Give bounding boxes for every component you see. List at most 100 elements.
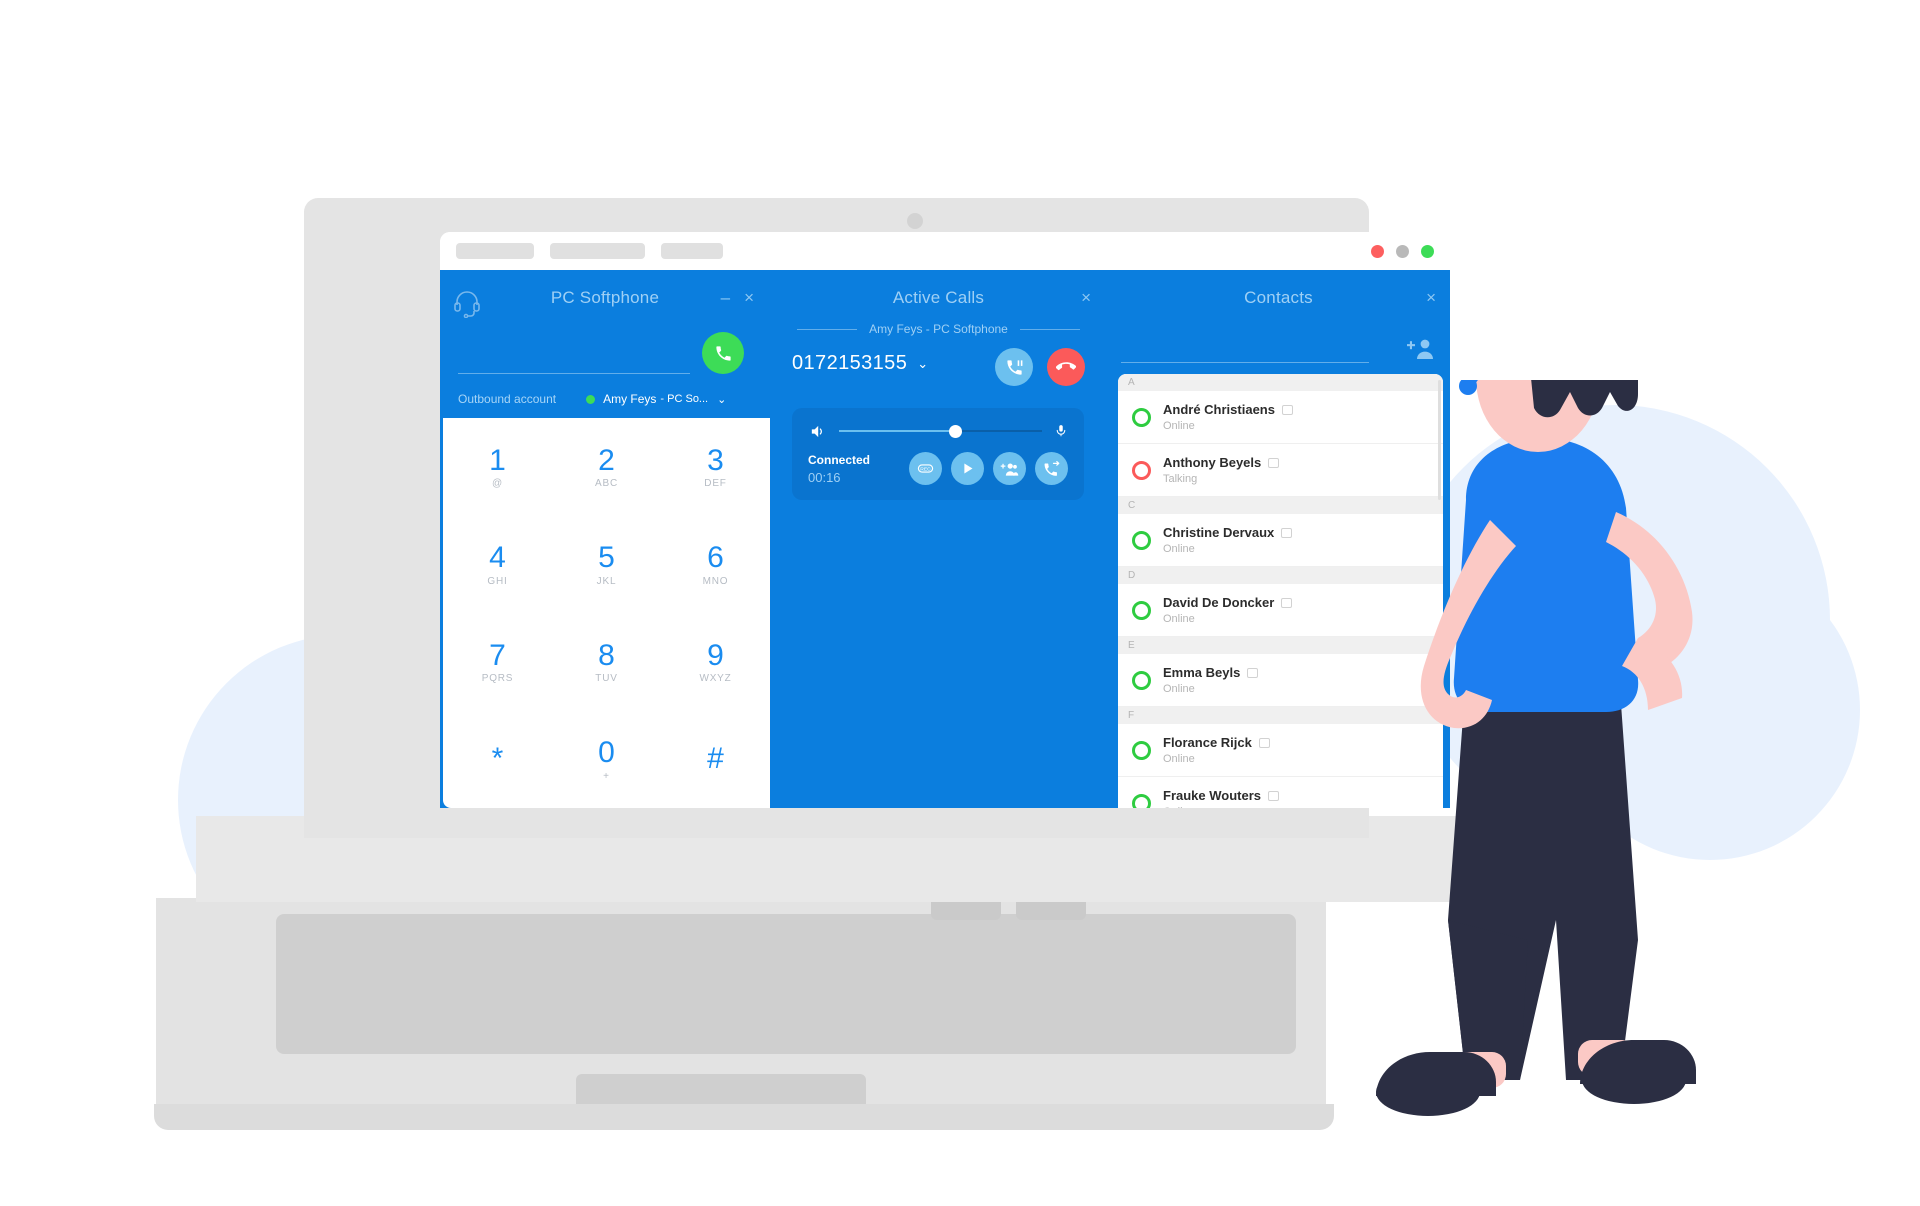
laptop-camera [907, 213, 923, 229]
call-button[interactable] [702, 332, 744, 374]
add-contact-icon[interactable] [1406, 336, 1434, 360]
contact-status: Online [1163, 683, 1195, 695]
outbound-status-dot [586, 394, 596, 404]
contact-name: David De Doncker [1163, 595, 1275, 610]
minimize-dot[interactable] [1396, 244, 1409, 258]
browser-tab-placeholder-3[interactable] [661, 243, 723, 259]
volume-track-filled [839, 430, 957, 432]
dialpad-key-0[interactable]: 0 + [552, 737, 661, 782]
active-calls-account-row: Amy Feys - PC Softphone [770, 322, 1107, 336]
dialpad-key-digit: 0 [598, 736, 615, 769]
call-number-row[interactable]: 0172153155 ⌄ [792, 352, 928, 375]
call-control-buttons: REC [909, 452, 1068, 485]
headset-mic-tip [1459, 380, 1477, 395]
dialpad-key-digit: 4 [489, 541, 506, 574]
hold-call-button[interactable] [995, 348, 1033, 386]
contact-name-wrap: Emma Beyls [1163, 665, 1259, 680]
dialpad-key-digit: 8 [598, 638, 615, 672]
transfer-call-button[interactable] [1035, 452, 1068, 485]
dialpad-key-8[interactable]: 8 TUV [552, 638, 661, 684]
dialpad-key-4[interactable]: 4 GHI [443, 542, 552, 587]
close-dot[interactable] [1371, 244, 1384, 258]
dialpad-key-5[interactable]: 5 JKL [552, 542, 661, 587]
laptop-illustration: PC Softphone – × Outbound account Amy Fe… [154, 198, 1476, 1138]
contacts-search-input[interactable] [1121, 341, 1369, 363]
dialpad-key-letters: PQRS [481, 673, 514, 684]
volume-row [808, 422, 1068, 440]
active-calls-account-label: Amy Feys - PC Softphone [869, 322, 1008, 336]
resume-button[interactable] [951, 452, 984, 485]
dialpad-key-digit: 7 [489, 638, 506, 672]
contact-name-wrap: David De Doncker [1163, 595, 1293, 610]
dialpad-key-digit: 5 [598, 541, 615, 574]
call-status-texts: Connected 00:16 [808, 453, 870, 485]
dialpad-key-7[interactable]: 7 PQRS [443, 638, 552, 684]
chat-icon[interactable] [1281, 404, 1293, 415]
call-status-text: Connected [808, 452, 871, 467]
maximize-dot[interactable] [1421, 244, 1434, 258]
contacts-close-button[interactable]: × [1426, 288, 1436, 308]
chevron-down-icon[interactable]: ⌄ [717, 393, 726, 406]
dialpad-key-1[interactable]: 1 @ [443, 444, 552, 489]
volume-slider[interactable] [839, 424, 1042, 438]
softphone-close-button[interactable]: × [744, 288, 754, 308]
contact-name: Christine Dervaux [1163, 525, 1275, 540]
add-participant-button[interactable] [993, 452, 1026, 485]
contact-status: Online [1163, 420, 1195, 432]
speaker-icon[interactable] [808, 423, 827, 440]
chat-icon[interactable] [1247, 667, 1259, 678]
contacts-title: Contacts [1244, 288, 1313, 307]
chat-icon[interactable] [1281, 527, 1293, 538]
dial-input[interactable] [458, 346, 690, 374]
dialpad-key-digit: 2 [598, 443, 615, 477]
contact-status: Online [1163, 613, 1195, 625]
contact-name-wrap: André Christiaens [1163, 402, 1293, 417]
divider-right [1019, 328, 1080, 330]
screenshot-root: PC Softphone – × Outbound account Amy Fe… [0, 0, 1920, 1206]
dialpad-key-digit: 9 [707, 638, 724, 672]
headset-icon [454, 291, 480, 318]
dialpad-key-letters: MNO [702, 575, 729, 587]
browser-tab-placeholder-2[interactable] [550, 243, 645, 259]
contact-name: Anthony Beyels [1163, 455, 1262, 470]
softphone-panel: PC Softphone – × Outbound account Amy Fe… [440, 270, 770, 808]
contact-name-wrap: Anthony Beyels [1163, 455, 1280, 470]
chat-icon[interactable] [1268, 457, 1280, 468]
chat-icon[interactable] [1281, 597, 1293, 608]
call-number: 0172153155 [792, 352, 908, 374]
chevron-down-icon[interactable]: ⌄ [917, 356, 928, 372]
presence-indicator-online [1132, 670, 1151, 690]
contact-text-block: David De Doncker Online [1163, 595, 1293, 625]
left-shoe-top [1376, 1052, 1496, 1096]
dialpad-key-2[interactable]: 2 ABC [552, 443, 661, 489]
contacts-search-wrapper [1121, 340, 1369, 363]
contact-text-block: Florance Rijck Online [1163, 735, 1270, 765]
record-button[interactable]: REC [909, 452, 942, 485]
contact-text-block: Frauke Wouters Online [1163, 788, 1280, 808]
browser-tab-placeholder-1[interactable] [456, 243, 534, 259]
dialpad-key-hash[interactable]: # [661, 742, 770, 777]
active-calls-panel: Active Calls × Amy Feys - PC Softphone 0… [770, 270, 1107, 808]
dialpad-key-3[interactable]: 3 DEF [661, 444, 770, 489]
dialpad-key-9[interactable]: 9 WXYZ [661, 638, 770, 684]
end-call-button[interactable] [1047, 348, 1085, 386]
presence-indicator-online [1132, 407, 1151, 427]
contact-name-wrap: Frauke Wouters [1163, 788, 1280, 803]
active-calls-close-button[interactable]: × [1081, 288, 1091, 308]
presence-indicator-online [1132, 793, 1151, 808]
chat-icon[interactable] [1258, 737, 1270, 748]
contact-status: Online [1163, 806, 1279, 808]
contact-text-block: Anthony Beyels Talking [1163, 455, 1280, 485]
microphone-icon[interactable] [1054, 422, 1068, 440]
softphone-minimize-button[interactable]: – [721, 288, 730, 308]
phone-icon [715, 345, 731, 361]
outbound-account-row[interactable]: Outbound account Amy Feys - PC So... ⌄ [458, 392, 750, 406]
dialpad-key-letters: + [603, 770, 610, 782]
chat-icon[interactable] [1268, 790, 1280, 801]
contact-status: Talking [1163, 473, 1198, 485]
contact-status: Online [1163, 753, 1195, 765]
call-timer: 00:16 [808, 469, 841, 485]
volume-slider-handle[interactable] [948, 424, 962, 438]
dialpad-key-6[interactable]: 6 MNO [661, 542, 770, 587]
dialpad-key-star[interactable]: * [443, 742, 552, 777]
